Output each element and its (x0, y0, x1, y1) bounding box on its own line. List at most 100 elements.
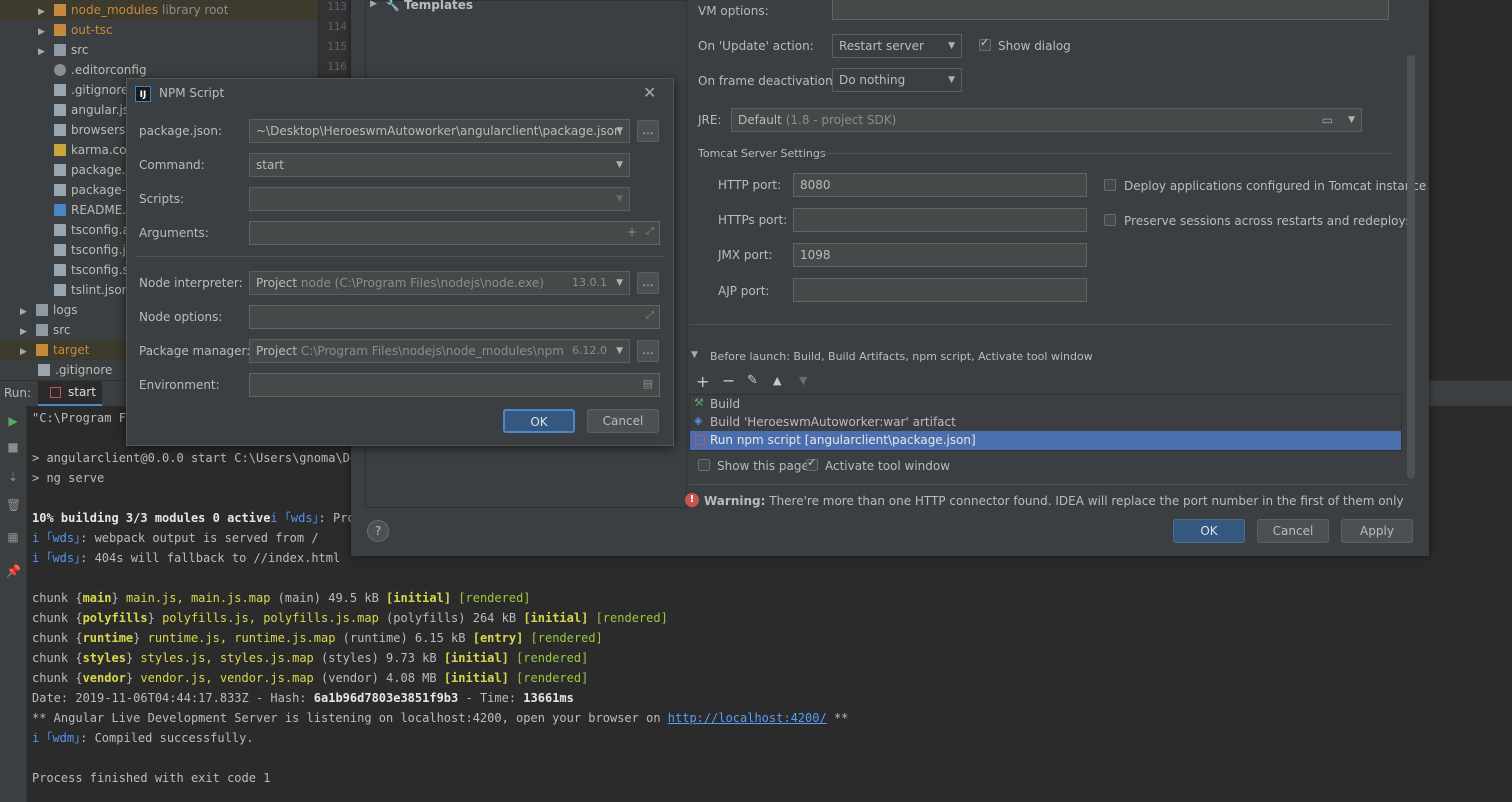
arguments-field[interactable]: + ⤢ (249, 221, 660, 245)
scripts-select[interactable]: ▼ (249, 187, 630, 211)
on-frame-select[interactable]: Do nothing ▼ (832, 68, 962, 92)
command-select[interactable]: start ▼ (249, 153, 630, 177)
ok-button[interactable]: OK (503, 409, 575, 433)
divider (135, 256, 665, 257)
preserve-checkbox[interactable] (1104, 214, 1116, 226)
browse-button[interactable]: ... (637, 272, 659, 294)
tree-item-package-json[interactable]: package.j (54, 160, 129, 180)
add-icon[interactable]: + (627, 222, 637, 242)
node-options-field[interactable]: ⤢ (249, 305, 660, 329)
tree-item-logs[interactable]: ▶ logs (20, 300, 78, 320)
package-json-label: package.json: (139, 124, 223, 138)
chevron-down-icon: ▼ (616, 346, 623, 356)
browse-button[interactable]: ... (637, 120, 659, 142)
editor-gutter: 113 114 115 116 (318, 0, 353, 80)
file-icon (54, 244, 66, 256)
jre-select[interactable]: Default (1.8 - project SDK) ▭ ▼ (731, 108, 1362, 132)
folder-icon[interactable]: ▭ (1322, 109, 1333, 131)
tree-item-gitignore[interactable]: .gitignore (54, 80, 128, 100)
https-port-field[interactable] (793, 208, 1087, 232)
line-number: 116 (327, 60, 347, 73)
tree-item-readme[interactable]: README.r (54, 200, 131, 220)
folder-icon (54, 24, 66, 36)
show-dialog-checkbox[interactable] (979, 36, 991, 51)
console-chunk-line: chunk {polyfills} polyfills.js, polyfill… (32, 611, 668, 625)
package-manager-select[interactable]: Project C:\Program Files\nodejs\node_mod… (249, 339, 630, 363)
gear-file-icon (54, 64, 66, 76)
expand-icon[interactable]: ⤢ (646, 306, 654, 326)
expand-arrow-icon: ▶ (370, 0, 377, 9)
on-update-select[interactable]: Restart server ▼ (832, 34, 962, 58)
tree-item-karma-conf[interactable]: karma.co (54, 140, 127, 160)
apply-button[interactable]: Apply (1341, 519, 1413, 543)
templates-item[interactable]: Templates (404, 0, 473, 12)
environment-field[interactable]: ▤ (249, 373, 660, 397)
rerun-icon[interactable]: ▶ (6, 414, 20, 428)
jre-label: JRE: (698, 113, 722, 127)
add-icon[interactable]: + (696, 372, 709, 391)
tree-item-tsconfig-spec[interactable]: tsconfig.s (54, 260, 129, 280)
collapse-arrow-icon[interactable]: ▼ (691, 350, 698, 360)
node-interpreter-select[interactable]: Project node (C:\Program Files\nodejs\no… (249, 271, 630, 295)
jmx-port-field[interactable]: 1098 (793, 243, 1087, 267)
package-json-select[interactable]: ~\Desktop\HeroeswmAutoworker\angularclie… (249, 119, 630, 143)
move-down-icon[interactable]: ▼ (799, 374, 807, 387)
before-launch-title: Before launch: Build, Build Artifacts, n… (710, 350, 1093, 363)
list-item[interactable]: ⚒ Build (690, 395, 1401, 413)
deploy-checkbox[interactable] (1104, 179, 1116, 191)
layout-icon[interactable]: ▦ (6, 530, 20, 544)
tree-item-editorconfig[interactable]: .editorconfig (54, 60, 147, 80)
tree-item-tsconfig-app[interactable]: tsconfig.a (54, 220, 130, 240)
pin-icon[interactable]: 📌 (6, 564, 21, 578)
tree-item-tsconfig-json[interactable]: tsconfig.js (54, 240, 132, 260)
stop-icon[interactable]: ■ (6, 440, 20, 454)
cancel-button[interactable]: Cancel (1257, 519, 1329, 543)
show-page-checkbox[interactable] (698, 459, 710, 471)
activate-tool-window-label: Activate tool window (825, 459, 951, 473)
vm-options-field[interactable] (832, 0, 1389, 20)
file-icon (54, 164, 66, 176)
help-button[interactable]: ? (367, 520, 389, 542)
node-options-label: Node options: (139, 310, 223, 324)
activate-tool-window-checkbox[interactable] (806, 456, 818, 471)
tree-item-src[interactable]: ▶ src (38, 40, 89, 60)
list-item[interactable]: ◈ Build 'HeroeswmAutoworker:war' artifac… (690, 413, 1401, 431)
close-icon[interactable]: ✕ (643, 83, 656, 102)
console-line: "C:\Program Fi (32, 411, 134, 425)
http-port-field[interactable]: 8080 (793, 173, 1087, 197)
scrollbar[interactable] (1407, 55, 1415, 479)
trash-icon[interactable]: 🗑 (6, 498, 21, 512)
edit-icon[interactable]: ✎ (747, 373, 758, 388)
localhost-link[interactable]: http://localhost:4200/ (668, 711, 827, 725)
on-update-label: On 'Update' action: (698, 39, 814, 53)
tree-item-browserslist[interactable]: browsersl (54, 120, 129, 140)
expand-icon[interactable]: ⤢ (646, 222, 654, 242)
tree-item-tslint[interactable]: tslint.json (54, 280, 129, 300)
folder-icon (54, 4, 66, 16)
before-launch-list: ⚒ Build ◈ Build 'HeroeswmAutoworker:war'… (689, 394, 1402, 451)
tree-item-out-tsc[interactable]: ▶ out-tsc (38, 20, 113, 40)
tree-item-package-lock[interactable]: package-l (54, 180, 129, 200)
browse-button[interactable]: ... (637, 340, 659, 362)
chevron-down-icon: ▼ (616, 160, 623, 170)
tree-item-src-root[interactable]: ▶ src (20, 320, 71, 340)
folder-icon (36, 304, 48, 316)
line-number: 113 (327, 0, 347, 13)
ok-button[interactable]: OK (1173, 519, 1245, 543)
cancel-button[interactable]: Cancel (587, 409, 659, 433)
run-side-toolbar: ▶ ■ ⇣ 🗑 ▦ 📌 (0, 406, 27, 802)
remove-icon[interactable]: − (722, 371, 735, 390)
move-up-icon[interactable]: ▲ (773, 374, 781, 387)
ajp-port-field[interactable] (793, 278, 1087, 302)
tree-item-gitignore-root[interactable]: .gitignore (38, 360, 112, 380)
soft-wrap-icon[interactable]: ⇣ (6, 470, 20, 484)
tree-item-node-modules[interactable]: ▶ node_modules library root (38, 0, 228, 20)
file-icon (54, 104, 66, 116)
tab-start[interactable]: start (38, 381, 102, 406)
tree-item-angular-json[interactable]: angular.js (54, 100, 129, 120)
hammer-icon: ⚒ (694, 396, 704, 409)
tree-item-target[interactable]: ▶ target (20, 340, 90, 360)
chevron-down-icon: ▼ (948, 41, 955, 51)
list-item-selected[interactable]: Run npm script [angularclient\package.js… (690, 431, 1401, 450)
document-icon[interactable]: ▤ (643, 374, 653, 394)
